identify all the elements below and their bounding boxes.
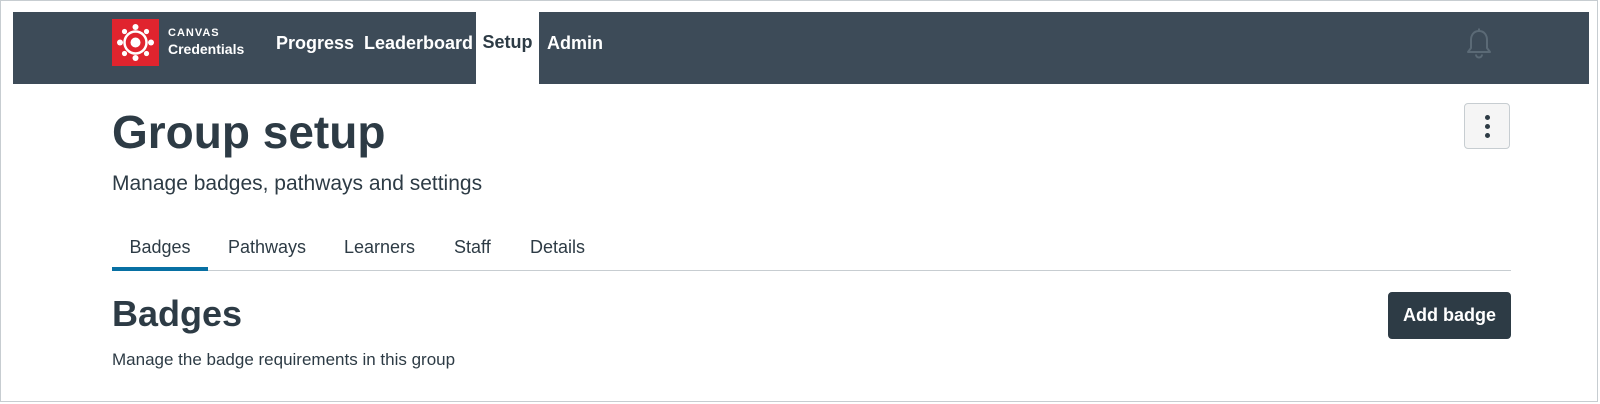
tab-learners[interactable]: Learners — [344, 227, 415, 270]
add-badge-button[interactable]: Add badge — [1388, 292, 1511, 339]
nav-item-admin[interactable]: Admin — [547, 12, 603, 84]
page-title: Group setup — [112, 106, 386, 158]
page-subtitle: Manage badges, pathways and settings — [112, 172, 483, 195]
logo-text-credentials: Credentials — [168, 41, 245, 57]
kebab-menu-icon — [1485, 115, 1490, 120]
nav-item-leaderboard[interactable]: Leaderboard — [364, 12, 473, 84]
nav-item-progress[interactable]: Progress — [276, 12, 354, 84]
browser-frame: CANVAS Credentials Progress Leaderboard … — [0, 0, 1598, 402]
bell-icon[interactable] — [1465, 28, 1493, 60]
tab-pathways[interactable]: Pathways — [228, 227, 306, 270]
section-description: Manage the badge requirements in this gr… — [112, 350, 456, 369]
section-title: Badges — [112, 293, 243, 334]
canvas-logo-icon[interactable] — [112, 19, 159, 66]
global-header: CANVAS Credentials Progress Leaderboard … — [13, 10, 1589, 84]
logo-text-canvas: CANVAS — [168, 27, 220, 39]
options-menu-button[interactable] — [1464, 103, 1510, 149]
tab-staff[interactable]: Staff — [454, 227, 491, 270]
setup-tabs: Badges Pathways Learners Staff Details — [112, 227, 1511, 271]
tab-badges[interactable]: Badges — [112, 227, 208, 271]
tab-details[interactable]: Details — [530, 227, 585, 270]
nav-item-setup[interactable]: Setup — [476, 10, 539, 84]
